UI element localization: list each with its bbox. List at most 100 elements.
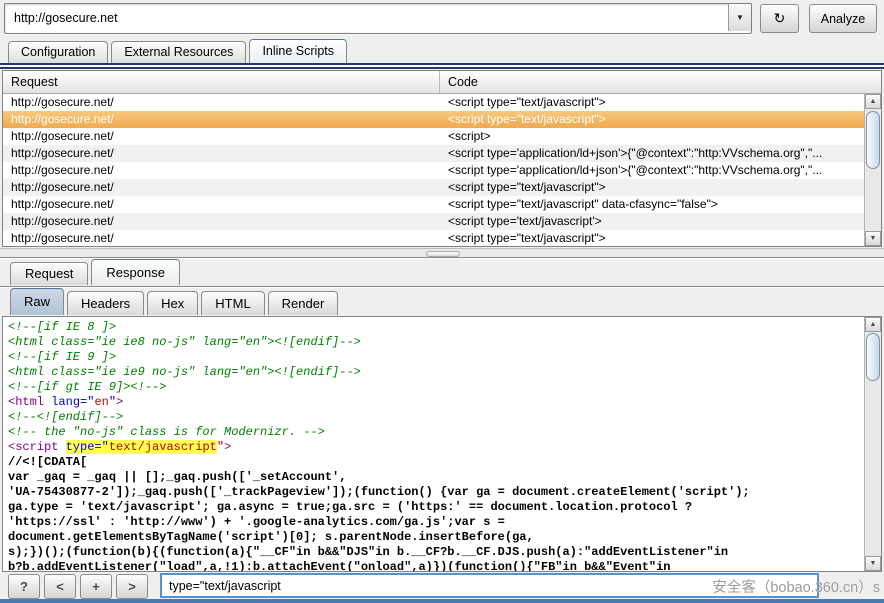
- cell-code: <script>: [440, 128, 864, 145]
- table-row[interactable]: http://gosecure.net/<script type='applic…: [3, 145, 864, 162]
- table-row[interactable]: http://gosecure.net/<script type="text/j…: [3, 94, 864, 111]
- url-input[interactable]: [5, 4, 730, 31]
- code-line: <script type="text/javascript">: [8, 440, 861, 455]
- help-button-label: ?: [20, 579, 28, 594]
- code-line: var _gaq = _gaq || [];_gaq.push(['_setAc…: [8, 470, 861, 485]
- view-tab-bar: RawHeadersHexHTMLRender: [10, 289, 338, 315]
- divider-highlight: [0, 287, 884, 288]
- code-vertical-scrollbar[interactable]: ▲ ▼: [864, 317, 881, 571]
- table-row[interactable]: http://gosecure.net/<script>: [3, 128, 864, 145]
- code-line: 'UA-75430877-2']);_gaq.push(['_trackPage…: [8, 485, 861, 500]
- code-line: document.getElementsByTagName('script')[…: [8, 530, 861, 545]
- code-line: <!-- the "no-js" class is for Modernizr.…: [8, 425, 861, 440]
- cell-code: <script type="text/javascript">: [440, 94, 864, 111]
- code-segment: =": [80, 395, 94, 409]
- code-segment: >: [116, 395, 123, 409]
- tab-underline: [0, 63, 884, 69]
- scrollbar-thumb[interactable]: [866, 111, 880, 169]
- cell-request: http://gosecure.net/: [3, 179, 440, 196]
- refresh-button[interactable]: ↻: [760, 4, 799, 33]
- analyze-button-label: Analyze: [821, 12, 865, 26]
- cell-code: <script type="text/javascript">: [440, 179, 864, 196]
- scrollbar-thumb[interactable]: [866, 333, 880, 381]
- cell-request: http://gosecure.net/: [3, 94, 440, 111]
- cell-code: <script type='application/ld+json'>{"@co…: [440, 162, 864, 179]
- column-header-request[interactable]: Request: [3, 71, 440, 93]
- analyze-button[interactable]: Analyze: [809, 4, 877, 33]
- code-segment: ": [109, 395, 116, 409]
- code-segment: lang: [51, 395, 80, 409]
- window-bottom-border: [0, 599, 884, 603]
- search-toolbar: ? < + > 安全客（bobao.360.cn）s: [0, 573, 884, 599]
- inline-scripts-table: Request Code http://gosecure.net/<script…: [2, 70, 882, 247]
- cell-request: http://gosecure.net/: [3, 196, 440, 213]
- tab-raw[interactable]: Raw: [10, 288, 64, 315]
- tab-html[interactable]: HTML: [201, 291, 264, 315]
- code-line: ga.type = 'text/javascript'; ga.async = …: [8, 500, 861, 515]
- code-segment: ": [217, 440, 224, 454]
- search-match-highlight: =": [94, 440, 108, 454]
- table-body: http://gosecure.net/<script type="text/j…: [3, 94, 864, 246]
- main-tab-bar: ConfigurationExternal ResourcesInline Sc…: [8, 40, 347, 63]
- scroll-up-button[interactable]: ▲: [865, 94, 881, 109]
- find-next-button[interactable]: >: [116, 574, 148, 599]
- code-line: s);})();(function(b){(function(a){"__CF"…: [8, 545, 861, 560]
- scroll-up-button[interactable]: ▲: [865, 317, 881, 332]
- code-line: <html class="ie ie9 no-js" lang="en"><![…: [8, 365, 861, 380]
- help-button[interactable]: ?: [8, 574, 40, 599]
- table-row[interactable]: http://gosecure.net/<script type="text/j…: [3, 179, 864, 196]
- find-previous-button[interactable]: <: [44, 574, 76, 599]
- table-row[interactable]: http://gosecure.net/<script type="text/j…: [3, 111, 864, 128]
- code-line: <!--[if IE 8 ]>: [8, 320, 861, 335]
- scroll-down-button[interactable]: ▼: [865, 231, 881, 246]
- table-vertical-scrollbar[interactable]: ▲ ▼: [864, 94, 881, 246]
- table-row[interactable]: http://gosecure.net/<script type='applic…: [3, 162, 864, 179]
- search-match-highlight: type: [66, 440, 95, 454]
- tab-hex[interactable]: Hex: [147, 291, 198, 315]
- tab-headers[interactable]: Headers: [67, 291, 144, 315]
- add-button-label: +: [92, 579, 100, 594]
- code-line: 'https://ssl' : 'http://www') + '.google…: [8, 515, 861, 530]
- tab-response[interactable]: Response: [91, 259, 180, 285]
- refresh-icon: ↻: [774, 10, 786, 27]
- chevron-down-icon: ▼: [736, 13, 744, 22]
- tab-external-resources[interactable]: External Resources: [111, 41, 246, 63]
- find-previous-label: <: [56, 579, 64, 594]
- tab-request[interactable]: Request: [10, 262, 88, 285]
- table-row[interactable]: http://gosecure.net/<script type='text/j…: [3, 213, 864, 230]
- tab-render[interactable]: Render: [268, 291, 339, 315]
- code-line: <!--[if gt IE 9]><!-->: [8, 380, 861, 395]
- cell-request: http://gosecure.net/: [3, 213, 440, 230]
- table-row[interactable]: http://gosecure.net/<script type="text/j…: [3, 196, 864, 213]
- scroll-down-button[interactable]: ▼: [865, 556, 881, 571]
- add-button[interactable]: +: [80, 574, 112, 599]
- cell-code: <script type='application/ld+json'>{"@co…: [440, 145, 864, 162]
- code-line: <!--[if IE 9 ]>: [8, 350, 861, 365]
- table-row[interactable]: http://gosecure.net/<script type="text/j…: [3, 230, 864, 246]
- code-segment: <script: [8, 440, 66, 454]
- find-next-label: >: [128, 579, 136, 594]
- url-dropdown-button[interactable]: ▼: [728, 4, 751, 31]
- url-combobox[interactable]: ▼: [4, 3, 752, 34]
- cell-code: <script type="text/javascript" data-cfas…: [440, 196, 864, 213]
- panel-splitter[interactable]: [0, 248, 884, 257]
- code-segment: en: [94, 395, 108, 409]
- code-line: b?b.addEventListener("load",a,!1):b.atta…: [8, 560, 861, 572]
- search-match-highlight: text/javascript: [109, 440, 217, 454]
- cell-request: http://gosecure.net/: [3, 230, 440, 246]
- cell-code: <script type="text/javascript">: [440, 111, 864, 128]
- code-line: <html lang="en">: [8, 395, 861, 410]
- code-lines: <!--[if IE 8 ]><html class="ie ie8 no-js…: [8, 320, 861, 572]
- tab-configuration[interactable]: Configuration: [8, 41, 108, 63]
- cell-request: http://gosecure.net/: [3, 145, 440, 162]
- cell-request: http://gosecure.net/: [3, 128, 440, 145]
- column-header-code[interactable]: Code: [440, 71, 881, 93]
- cell-code: <script type="text/javascript">: [440, 230, 864, 246]
- code-line: //<![CDATA[: [8, 455, 861, 470]
- tab-inline-scripts[interactable]: Inline Scripts: [249, 39, 347, 63]
- detail-tab-bar: RequestResponse: [10, 260, 180, 285]
- table-header-row: Request Code: [3, 71, 881, 94]
- code-line: <!--<![endif]-->: [8, 410, 861, 425]
- cell-code: <script type='text/javascript'>: [440, 213, 864, 230]
- cell-request: http://gosecure.net/: [3, 111, 440, 128]
